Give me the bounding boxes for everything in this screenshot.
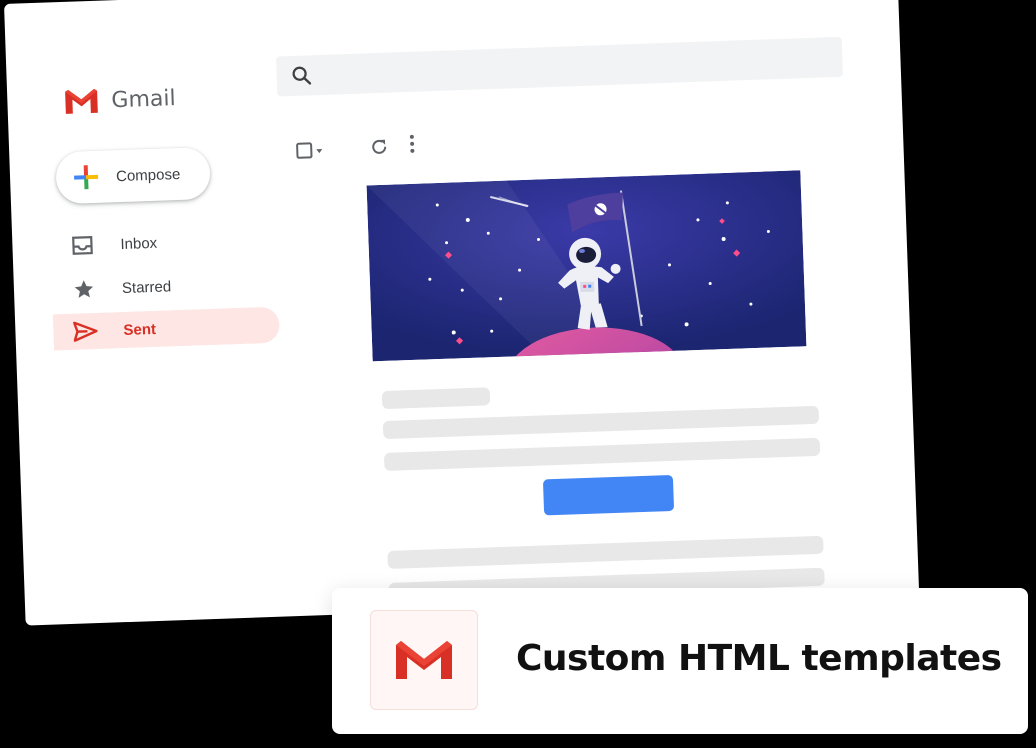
gmail-logo[interactable]: Gmail [63,84,176,116]
card-title: Custom HTML templates [516,638,1002,679]
skeleton-line [387,535,824,569]
email-banner-image [366,170,807,362]
plus-icon [74,165,99,190]
sidebar-item-starred[interactable]: Starred [51,265,278,309]
skeleton-line [382,405,820,440]
compose-button[interactable]: Compose [55,146,211,205]
skeleton-line [381,387,491,410]
sidebar-item-label: Inbox [120,234,158,253]
gmail-logo-tile [370,610,478,710]
select-checkbox-icon[interactable] [295,141,326,160]
search-bar[interactable] [275,36,844,97]
compose-label: Compose [115,165,181,185]
sidebar-item-sent[interactable]: Sent [52,306,280,351]
inbox-icon [70,233,95,258]
sidebar-item-inbox[interactable]: Inbox [50,221,277,265]
sidebar-item-label: Starred [121,277,172,297]
gmail-window: Gmail Compose Inbox Starred Sent [4,0,920,626]
star-icon [72,277,97,302]
sidebar-item-label: Sent [123,320,157,339]
gmail-m-icon [396,641,452,679]
gmail-wordmark: Gmail [110,85,177,113]
cta-button[interactable] [542,474,675,516]
more-vert-icon[interactable] [408,134,417,154]
skeleton-line [383,437,821,472]
send-icon [73,319,98,344]
gmail-m-icon [65,88,98,114]
refresh-icon[interactable] [369,137,390,158]
search-icon [292,66,312,85]
feature-card: Custom HTML templates [332,588,1028,734]
